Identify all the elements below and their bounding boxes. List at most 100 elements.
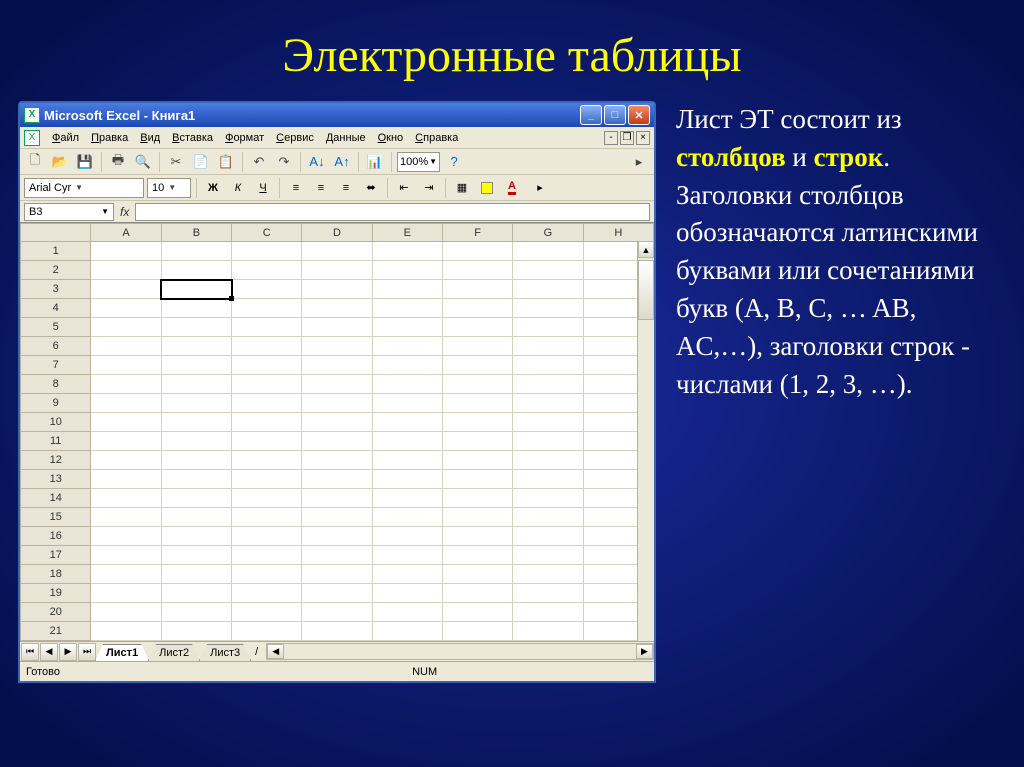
sheet-tab[interactable]: Лист3 [199,644,251,661]
cell[interactable] [442,318,512,337]
align-right-icon[interactable]: ≡ [335,177,357,199]
cell[interactable] [161,565,231,584]
cell[interactable] [372,470,442,489]
cell[interactable] [442,489,512,508]
fmt-more-icon[interactable]: ▸ [529,177,551,199]
cell[interactable] [513,432,583,451]
underline-button[interactable]: Ч [252,177,274,199]
cell[interactable] [232,622,302,641]
borders-icon[interactable]: ▦ [451,177,473,199]
cell[interactable] [232,413,302,432]
col-header[interactable]: C [232,224,302,242]
doc-restore-button[interactable]: ❐ [620,131,634,145]
cell[interactable] [232,280,302,299]
cell[interactable] [513,337,583,356]
cell[interactable] [372,565,442,584]
cell[interactable] [161,299,231,318]
cell[interactable] [372,299,442,318]
tab-nav-first-icon[interactable]: ⏮ [21,643,39,661]
cell[interactable] [161,318,231,337]
cell[interactable] [513,622,583,641]
save-icon[interactable]: 💾 [74,151,96,173]
cell[interactable] [372,451,442,470]
cell[interactable] [442,508,512,527]
cell[interactable] [302,584,372,603]
sort-asc-icon[interactable]: A↓ [306,151,328,173]
cell[interactable] [91,546,161,565]
menu-data[interactable]: Данные [320,130,372,146]
cell[interactable] [91,356,161,375]
cell[interactable] [302,356,372,375]
cell[interactable] [513,451,583,470]
cell[interactable] [442,584,512,603]
cell[interactable] [442,356,512,375]
cell[interactable] [513,565,583,584]
row-header[interactable]: 13 [21,470,91,489]
row-header[interactable]: 3 [21,280,91,299]
cell[interactable] [302,622,372,641]
select-all-corner[interactable] [21,224,91,242]
cell[interactable] [91,375,161,394]
col-header[interactable]: G [513,224,583,242]
cell[interactable] [302,565,372,584]
cell[interactable] [161,261,231,280]
tab-nav-next-icon[interactable]: ▶ [59,643,77,661]
cell[interactable] [161,356,231,375]
cell[interactable] [91,337,161,356]
align-center-icon[interactable]: ≡ [310,177,332,199]
cell[interactable] [91,261,161,280]
cell[interactable] [513,318,583,337]
row-header[interactable]: 5 [21,318,91,337]
toolbar-more-icon[interactable]: ▸ [628,151,650,173]
new-icon[interactable]: 🗋 [24,151,46,173]
formula-input[interactable] [135,203,650,221]
cell[interactable] [302,508,372,527]
cell[interactable] [232,242,302,261]
menu-help[interactable]: Справка [409,130,464,146]
cell[interactable] [161,280,231,299]
scroll-up-icon[interactable]: ▲ [638,241,654,258]
cell[interactable] [91,413,161,432]
menu-view[interactable]: Вид [134,130,166,146]
row-header[interactable]: 1 [21,242,91,261]
cell[interactable] [161,584,231,603]
row-header[interactable]: 9 [21,394,91,413]
cell[interactable] [442,565,512,584]
cell[interactable] [442,280,512,299]
cell[interactable] [372,584,442,603]
menu-format[interactable]: Формат [219,130,270,146]
row-header[interactable]: 16 [21,527,91,546]
col-header[interactable]: D [302,224,372,242]
cell[interactable] [372,527,442,546]
indent-inc-icon[interactable]: ⇥ [418,177,440,199]
cell[interactable] [442,546,512,565]
cell[interactable] [513,470,583,489]
cell[interactable] [372,432,442,451]
cell[interactable] [302,337,372,356]
cell[interactable] [442,337,512,356]
cell[interactable] [232,261,302,280]
cell[interactable] [302,546,372,565]
merge-icon[interactable]: ⬌ [360,177,382,199]
close-button[interactable]: ✕ [628,105,650,125]
row-header[interactable]: 12 [21,451,91,470]
cell[interactable] [372,242,442,261]
row-header[interactable]: 7 [21,356,91,375]
cell[interactable] [302,489,372,508]
col-header[interactable]: F [442,224,512,242]
cell[interactable] [91,432,161,451]
cell[interactable] [232,489,302,508]
cell[interactable] [161,242,231,261]
horizontal-scrollbar[interactable]: ◀ ▶ [266,643,654,660]
cell[interactable] [302,280,372,299]
sort-desc-icon[interactable]: A↑ [331,151,353,173]
cell[interactable] [302,299,372,318]
cell[interactable] [232,432,302,451]
cell[interactable] [372,280,442,299]
cell[interactable] [442,413,512,432]
menu-file[interactable]: Файл [46,130,85,146]
cell[interactable] [302,470,372,489]
cell[interactable] [442,451,512,470]
undo-icon[interactable]: ↶ [248,151,270,173]
cell[interactable] [513,413,583,432]
